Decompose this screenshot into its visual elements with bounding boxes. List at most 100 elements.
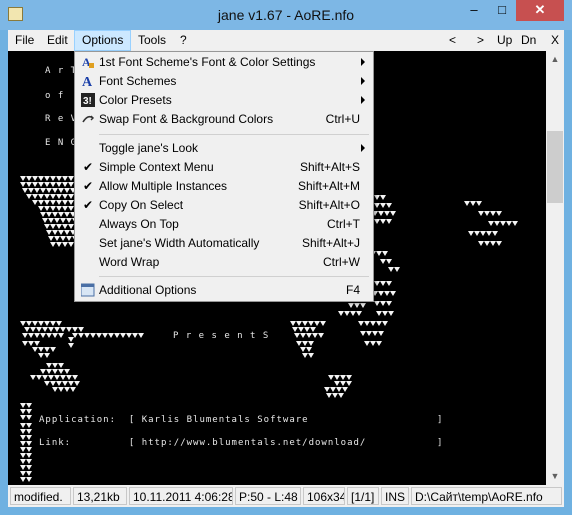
checkmark-icon: ✔ [82, 160, 94, 174]
ascii-art-glyph [496, 241, 502, 246]
submenu-arrow-icon [361, 144, 365, 152]
menu-item-shortcut: F4 [345, 283, 360, 297]
ascii-art-glyph [78, 327, 84, 332]
scrollbar-thumb[interactable] [547, 131, 563, 203]
menu-item-label: Color Presets [99, 93, 172, 107]
svg-text:A: A [82, 75, 93, 88]
status-file-path: D:\Сайт\temp\AoRE.nfo [411, 487, 562, 505]
maximize-button[interactable]: □ [488, 0, 516, 21]
menu-item-additional-options[interactable]: Additional Options F4 [75, 281, 373, 300]
ascii-art-glyph [34, 341, 40, 346]
minimize-button[interactable]: – [460, 0, 488, 21]
font-color-icon: A [81, 55, 95, 69]
menu-item-word-wrap[interactable]: Word Wrap Ctrl+W [75, 253, 373, 272]
menu-item-shortcut: Ctrl+W [323, 255, 360, 269]
presents-text: P r e s e n t S [173, 331, 270, 341]
menu-item-label: Swap Font & Background Colors [99, 112, 274, 126]
ascii-art-glyph [26, 435, 32, 440]
ascii-art-glyph [58, 333, 64, 338]
menu-help[interactable]: ? [173, 30, 194, 51]
ascii-art-glyph [72, 375, 78, 380]
nav-down-button[interactable]: Dn [514, 30, 543, 51]
ascii-art-glyph [58, 363, 64, 368]
ascii-art-glyph [376, 341, 382, 346]
ascii-art-glyph [138, 333, 144, 338]
ascii-art-glyph [360, 303, 366, 308]
art-text-line: E N G [45, 138, 78, 148]
link-line: Link: [ http://www.blumentals.net/downlo… [39, 438, 444, 448]
ascii-art-glyph [378, 331, 384, 336]
menu-item-auto-width[interactable]: Set jane's Width Automatically Shift+Alt… [75, 234, 373, 253]
ascii-art-glyph [74, 381, 80, 386]
ascii-art-glyph [56, 321, 62, 326]
nav-prev-button[interactable]: < [442, 30, 463, 51]
ascii-art-glyph [318, 333, 324, 338]
ascii-art-glyph [496, 211, 502, 216]
ascii-art-glyph [346, 375, 352, 380]
ascii-art-glyph [390, 211, 396, 216]
art-text-line: R e V [45, 114, 78, 124]
menu-item-shortcut: Shift+Alt+J [301, 236, 360, 250]
menu-item-shortcut: Ctrl+U [325, 112, 360, 126]
ascii-art-glyph [390, 291, 396, 296]
ascii-art-glyph [26, 403, 32, 408]
menu-item-toggle-look[interactable]: Toggle jane's Look [75, 139, 373, 158]
menu-item-font-schemes[interactable]: A Font Schemes [75, 72, 373, 91]
ascii-art-glyph [26, 441, 32, 446]
ascii-art-glyph [320, 321, 326, 326]
menu-item-label: Set jane's Width Automatically [99, 236, 260, 250]
menu-item-label: Simple Context Menu [99, 160, 214, 174]
menu-item-font-color-settings[interactable]: A 1st Font Scheme's Font & Color Setting… [75, 53, 373, 72]
ascii-art-glyph [44, 353, 50, 358]
ascii-art-glyph [492, 231, 498, 236]
ascii-art-glyph [26, 471, 32, 476]
submenu-arrow-icon [361, 58, 365, 66]
menu-item-simple-context-menu[interactable]: ✔ Simple Context Menu Shift+Alt+S [75, 158, 373, 177]
ascii-art-glyph [306, 347, 312, 352]
menu-item-shortcut: Shift+Alt+S [299, 160, 360, 174]
ascii-art-glyph [512, 221, 518, 226]
menu-item-color-presets[interactable]: 3! Color Presets [75, 91, 373, 110]
ascii-art-glyph [70, 387, 76, 392]
nav-close-button[interactable]: X [544, 30, 566, 51]
title-bar[interactable]: jane v1.67 - AoRE.nfo – □ ✕ [0, 0, 572, 30]
menu-bar: File Edit Options Tools ? < > Up Dn X [8, 30, 564, 51]
ascii-art-glyph [386, 259, 392, 264]
ascii-art-glyph [68, 343, 74, 348]
menu-item-multiple-instances[interactable]: ✔ Allow Multiple Instances Shift+Alt+M [75, 177, 373, 196]
palette-icon: 3! [81, 93, 95, 107]
ascii-art-glyph [68, 337, 74, 342]
menu-options[interactable]: Options [74, 30, 132, 51]
ascii-art-glyph [26, 465, 32, 470]
menu-item-label: Always On Top [99, 217, 179, 231]
ascii-art-glyph [26, 429, 32, 434]
vertical-scrollbar[interactable]: ▲ ▼ [546, 51, 564, 485]
menu-item-swap-colors[interactable]: Swap Font & Background Colors Ctrl+U [75, 110, 373, 129]
menu-item-label: Additional Options [99, 283, 197, 297]
ascii-art-glyph [26, 415, 32, 420]
ascii-art-glyph [308, 341, 314, 346]
close-button[interactable]: ✕ [516, 0, 564, 21]
ascii-art-glyph [382, 321, 388, 326]
ascii-art-glyph [64, 369, 70, 374]
menu-item-copy-on-select[interactable]: ✔ Copy On Select Shift+Alt+O [75, 196, 373, 215]
menu-edit[interactable]: Edit [40, 30, 75, 51]
art-text-line: o f [45, 91, 65, 101]
ascii-art-glyph [26, 423, 32, 428]
submenu-arrow-icon [361, 96, 365, 104]
svg-text:3!: 3! [83, 96, 92, 107]
menu-file[interactable]: File [8, 30, 41, 51]
scroll-down-arrow-icon[interactable]: ▼ [546, 468, 564, 485]
menu-item-always-on-top[interactable]: Always On Top Ctrl+T [75, 215, 373, 234]
ascii-art-glyph [26, 459, 32, 464]
status-modified: modified. [10, 487, 71, 505]
ascii-art-glyph [476, 201, 482, 206]
menu-item-label: Copy On Select [99, 198, 184, 212]
submenu-arrow-icon [361, 77, 365, 85]
menu-tools[interactable]: Tools [131, 30, 173, 51]
scroll-up-arrow-icon[interactable]: ▲ [546, 51, 564, 68]
options-icon [80, 283, 95, 297]
menu-item-shortcut: Shift+Alt+O [298, 198, 360, 212]
status-insert-mode: INS [381, 487, 409, 505]
nav-next-button[interactable]: > [470, 30, 491, 51]
